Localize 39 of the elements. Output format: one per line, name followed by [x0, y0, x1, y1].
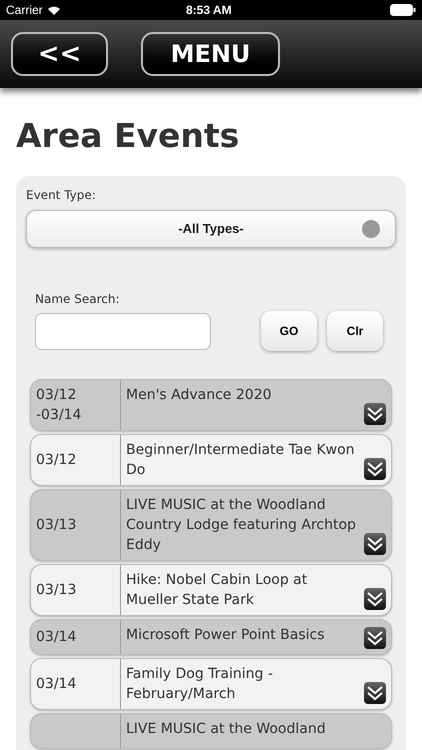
expand-chevron-icon[interactable]: [364, 533, 386, 555]
event-date: 03/14: [36, 675, 78, 694]
event-date: 03/12 -03/14: [36, 386, 82, 425]
expand-chevron-icon[interactable]: [364, 403, 386, 425]
event-name: Men's Advance 2020: [126, 386, 273, 405]
event-row[interactable]: 03/12 Beginner/Intermediate Tae Kwon Do: [30, 434, 392, 486]
event-date: 03/13: [36, 516, 78, 535]
event-row[interactable]: 03/13 Hike: Nobel Cabin Loop at Mueller State Park: [30, 564, 392, 616]
menu-button[interactable]: MENU: [141, 32, 280, 76]
expand-chevron-icon[interactable]: [364, 458, 386, 480]
clear-button[interactable]: Clr: [327, 311, 383, 351]
event-date: 03/12: [36, 451, 78, 470]
expand-chevron-icon[interactable]: [364, 682, 386, 704]
carrier-label: Carrier: [6, 2, 43, 19]
event-row[interactable]: 03/14 Family Dog Training - February/March: [30, 658, 392, 710]
status-time: 8:53 AM: [186, 2, 232, 19]
event-row[interactable]: 03/14 Microsoft Power Point Basics: [30, 619, 392, 655]
event-row[interactable]: 03/13 LIVE MUSIC at the Woodland Country Lodge featuring Archtop Eddy: [30, 489, 392, 561]
event-name: LIVE MUSIC at the Woodland Country Lodge featuring Archtop Eddy: [126, 496, 357, 555]
go-button[interactable]: GO: [261, 311, 317, 351]
event-date: 03/13: [36, 581, 78, 600]
event-row[interactable]: 03/12 -03/14 Men's Advance 2020: [30, 379, 392, 431]
event-name: Family Dog Training - February/March: [126, 665, 274, 704]
event-type-label: Event Type:: [26, 187, 97, 204]
page-title: Area Events: [16, 116, 240, 156]
event-name: Hike: Nobel Cabin Loop at Mueller State Park: [126, 571, 308, 610]
name-search-field[interactable]: [35, 312, 211, 350]
back-button[interactable]: <<: [11, 32, 108, 76]
expand-chevron-icon[interactable]: [364, 588, 386, 610]
event-name: LIVE MUSIC at the Woodland: [126, 720, 327, 739]
wifi-icon: [46, 4, 61, 16]
event-type-select[interactable]: -All Types-: [26, 210, 396, 248]
event-date: 03/14: [36, 628, 78, 647]
battery-icon: [390, 4, 416, 16]
event-row[interactable]: LIVE MUSIC at the Woodland: [30, 713, 392, 749]
name-search-label: Name Search:: [35, 291, 120, 308]
event-name: Beginner/Intermediate Tae Kwon Do: [126, 441, 356, 480]
expand-chevron-icon[interactable]: [364, 627, 386, 649]
event-name: Microsoft Power Point Basics: [126, 626, 326, 645]
